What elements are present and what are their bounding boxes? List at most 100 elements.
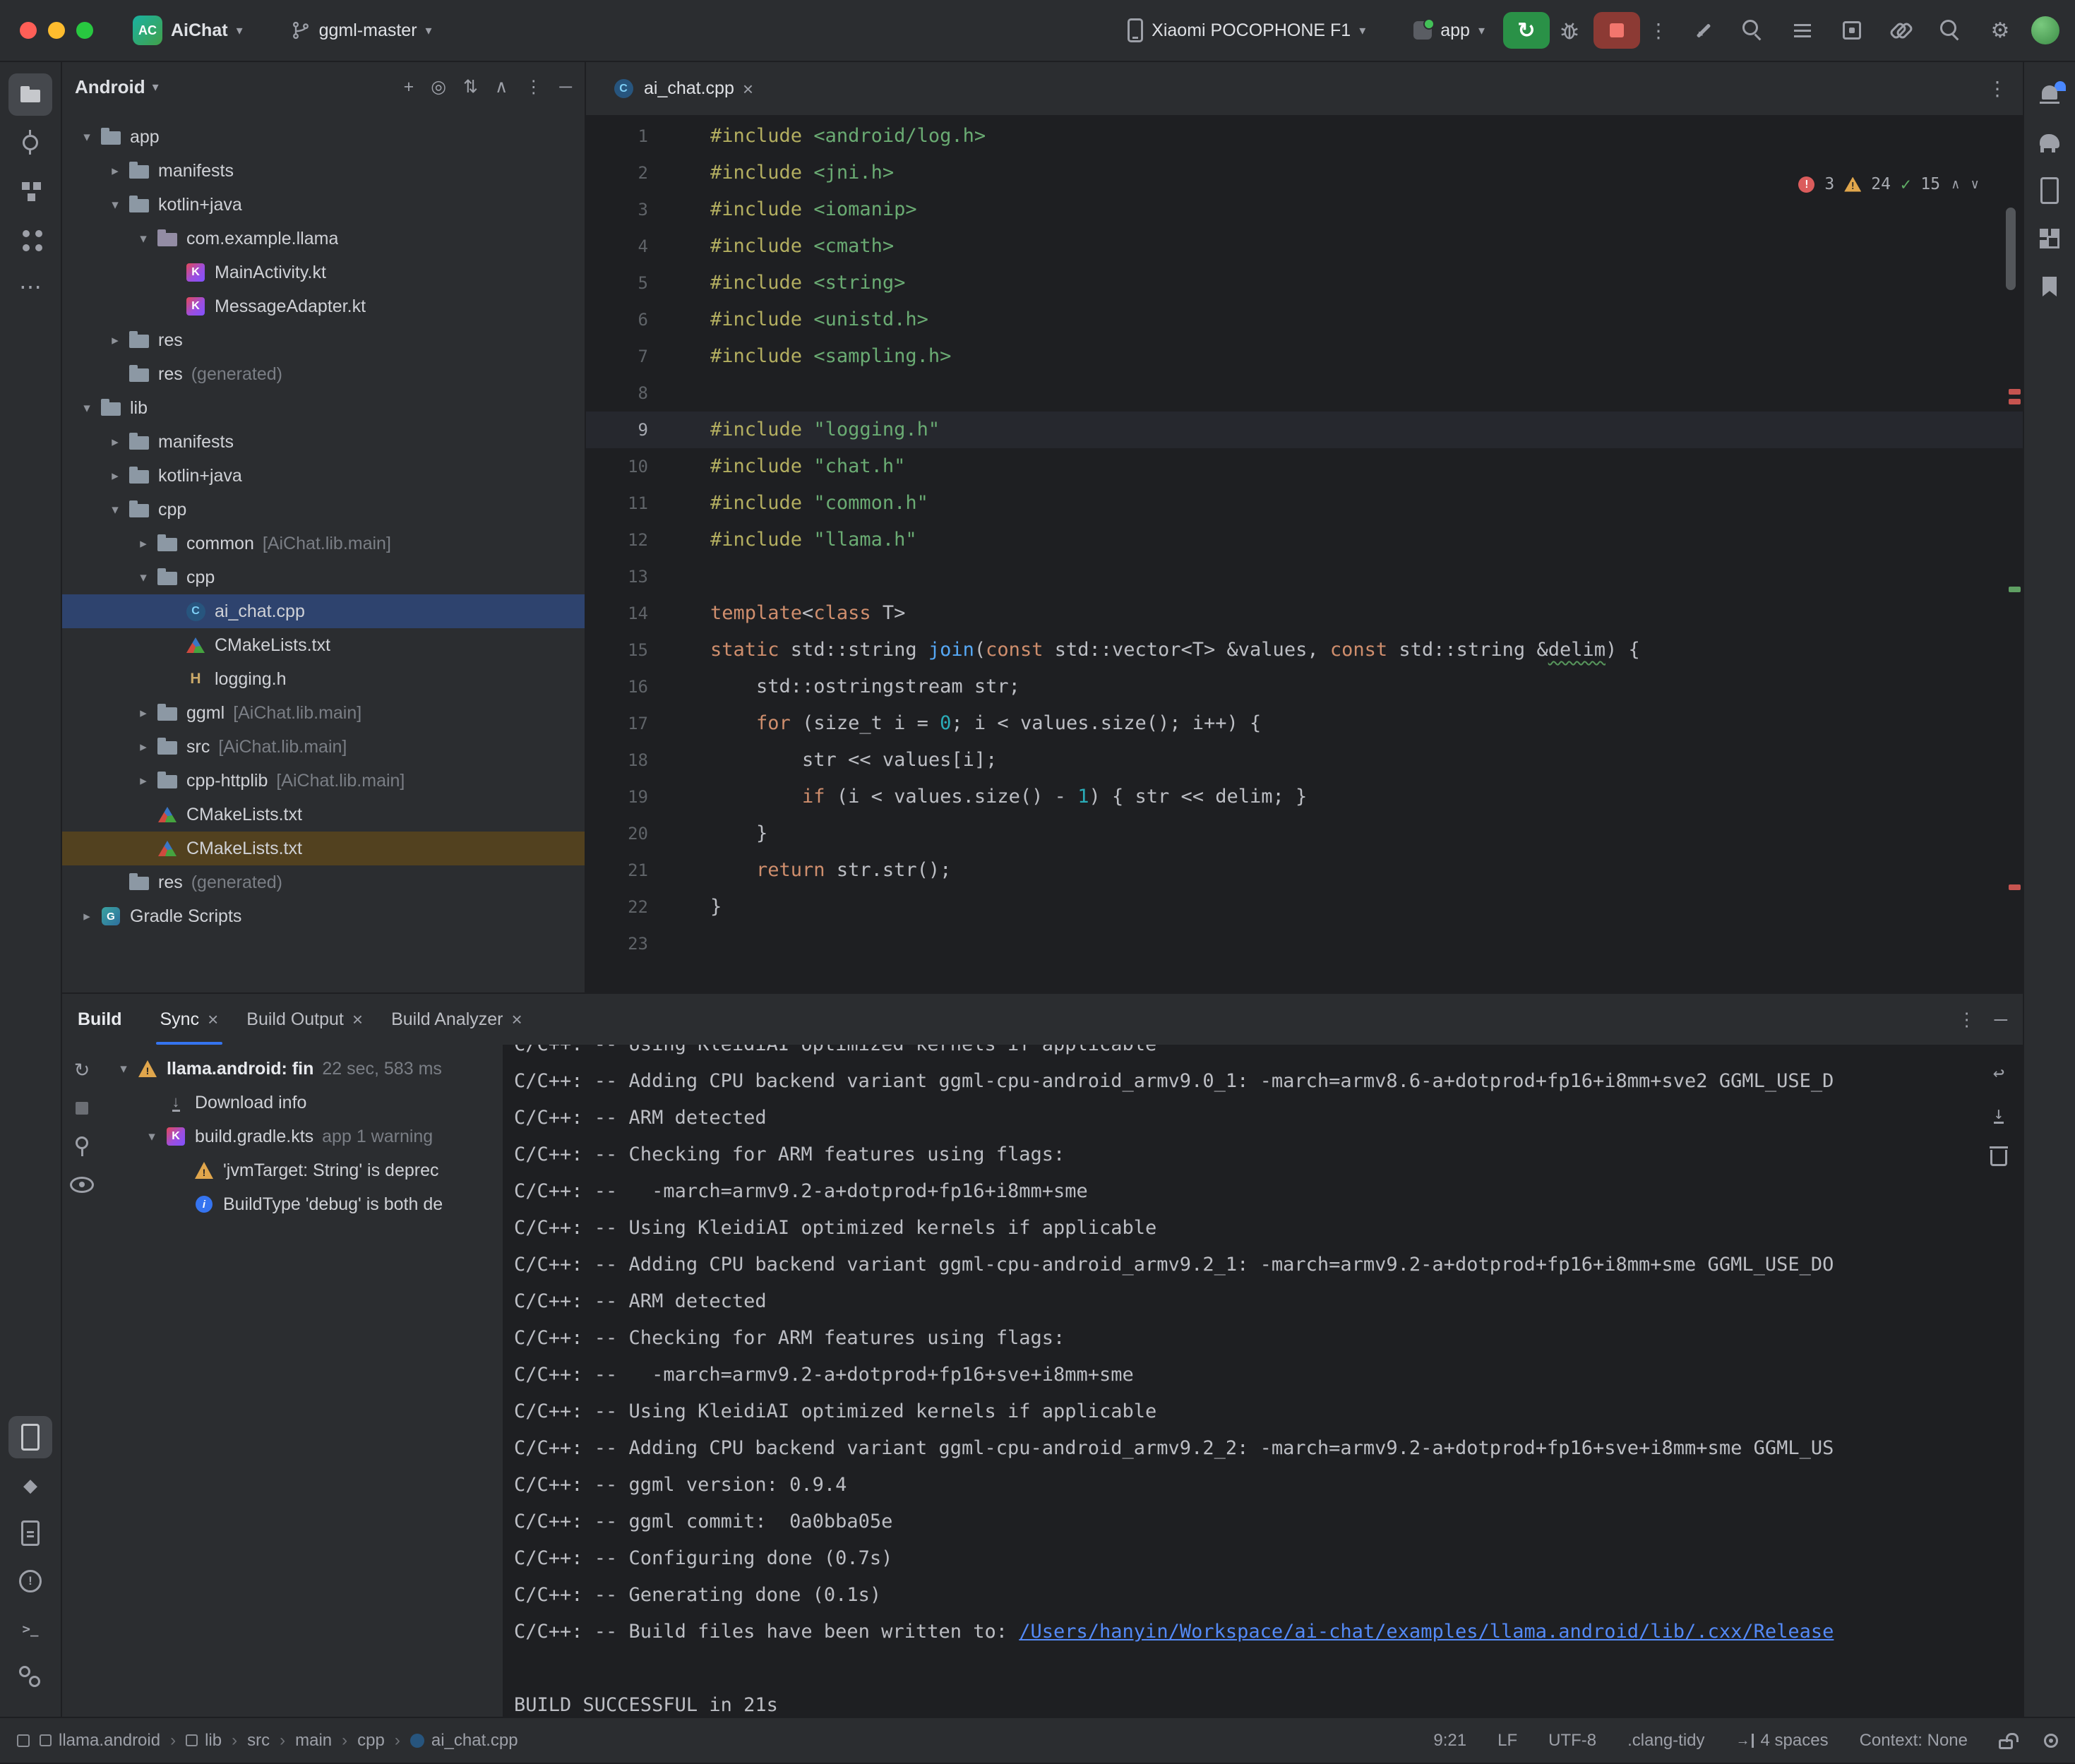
code-text[interactable]: #include <iomanip> bbox=[706, 191, 917, 228]
chevron-down-icon[interactable] bbox=[103, 502, 127, 518]
code-line[interactable]: 20 } bbox=[586, 815, 2023, 852]
profile-avatar[interactable] bbox=[2031, 16, 2059, 44]
code-text[interactable]: #include <android/log.h> bbox=[706, 118, 986, 155]
code-line[interactable]: 10#include "chat.h" bbox=[586, 448, 2023, 485]
chevron-right-icon[interactable] bbox=[131, 739, 155, 755]
tree-item[interactable]: llama.android: fin22 sec, 583 ms bbox=[102, 1052, 503, 1086]
line-number[interactable]: 8 bbox=[586, 375, 706, 412]
settings-button[interactable] bbox=[1980, 11, 2020, 50]
line-number[interactable]: 4 bbox=[586, 228, 706, 265]
link-button[interactable] bbox=[1882, 11, 1921, 50]
tree-item[interactable]: app bbox=[62, 120, 585, 154]
commit-button[interactable] bbox=[8, 121, 52, 164]
code-text[interactable]: } bbox=[706, 815, 767, 852]
more-options-icon[interactable]: ⋮ bbox=[1958, 1009, 1976, 1031]
code-line[interactable]: 1#include <android/log.h> bbox=[586, 118, 2023, 155]
line-number[interactable]: 15 bbox=[586, 632, 706, 668]
more-options-icon[interactable]: ⋮ bbox=[525, 76, 542, 97]
build-tab-build-output[interactable]: Build Output× bbox=[232, 994, 377, 1045]
line-number[interactable]: 2 bbox=[586, 155, 706, 191]
console-link[interactable]: /Users/hanyin/Workspace/ai-chat/examples… bbox=[1019, 1621, 1834, 1643]
resource-manager-button[interactable] bbox=[8, 1464, 52, 1506]
clang-tidy-indicator[interactable]: .clang-tidy bbox=[1627, 1731, 1704, 1751]
code-text[interactable]: return str.str(); bbox=[706, 852, 951, 889]
code-text[interactable] bbox=[706, 925, 710, 962]
tree-item[interactable]: ai_chat.cpp bbox=[62, 594, 585, 628]
project-folder-button[interactable] bbox=[8, 73, 52, 116]
run-configuration-selector[interactable]: app ▾ bbox=[1405, 15, 1493, 47]
line-number[interactable]: 17 bbox=[586, 705, 706, 742]
tree-item[interactable]: manifests bbox=[62, 425, 585, 459]
line-number[interactable]: 9 bbox=[586, 412, 706, 448]
tree-item[interactable]: cpp bbox=[62, 560, 585, 594]
chevron-right-icon[interactable] bbox=[103, 468, 127, 484]
code-text[interactable]: #include <unistd.h> bbox=[706, 301, 928, 338]
line-number[interactable]: 23 bbox=[586, 925, 706, 962]
expand-all-icon[interactable]: ⇅ bbox=[463, 76, 478, 97]
rerun-button[interactable]: ↻ bbox=[1503, 12, 1550, 49]
find-action-button[interactable] bbox=[1733, 11, 1773, 50]
debug-button[interactable] bbox=[1550, 11, 1589, 50]
locate-file-icon[interactable]: ◎ bbox=[431, 76, 446, 97]
structure-button[interactable] bbox=[8, 169, 52, 212]
hide-panel-icon[interactable]: ─ bbox=[1995, 1009, 2007, 1031]
line-number[interactable]: 18 bbox=[586, 742, 706, 779]
chevron-down-icon[interactable] bbox=[112, 1061, 136, 1077]
code-text[interactable]: for (size_t i = 0; i < values.size(); i+… bbox=[706, 705, 1261, 742]
breadcrumb-item[interactable]: llama.android bbox=[40, 1731, 160, 1751]
code-text[interactable]: str << values[i]; bbox=[706, 742, 997, 779]
code-text[interactable] bbox=[706, 375, 710, 412]
tree-item[interactable]: src[AiChat.lib.main] bbox=[62, 730, 585, 764]
tree-item[interactable]: lib bbox=[62, 391, 585, 425]
code-text[interactable]: } bbox=[706, 889, 722, 925]
line-number[interactable]: 13 bbox=[586, 558, 706, 595]
tree-item[interactable]: build.gradle.ktsapp 1 warning bbox=[102, 1120, 503, 1153]
gradle-button[interactable] bbox=[2028, 121, 2071, 164]
chevron-right-icon[interactable] bbox=[103, 434, 127, 450]
inspections-widget[interactable]: ! 3 ! 24 ✓ 15 ∧ ∨ bbox=[1798, 174, 1979, 194]
breadcrumb-item[interactable]: lib bbox=[186, 1731, 222, 1751]
code-line[interactable]: 4#include <cmath> bbox=[586, 228, 2023, 265]
chevron-down-icon[interactable] bbox=[131, 570, 155, 586]
line-number[interactable]: 1 bbox=[586, 118, 706, 155]
line-number[interactable]: 14 bbox=[586, 595, 706, 632]
code-line[interactable]: 16 std::ostringstream str; bbox=[586, 668, 2023, 705]
code-line[interactable]: 22} bbox=[586, 889, 2023, 925]
chevron-right-icon[interactable] bbox=[131, 536, 155, 552]
tree-item[interactable]: com.example.llama bbox=[62, 222, 585, 256]
tree-item[interactable]: cpp-httplib[AiChat.lib.main] bbox=[62, 764, 585, 798]
line-number[interactable]: 10 bbox=[586, 448, 706, 485]
chevron-down-icon[interactable] bbox=[140, 1129, 164, 1145]
chevron-right-icon[interactable] bbox=[131, 705, 155, 721]
zoom-window-button[interactable] bbox=[76, 22, 93, 39]
close-icon[interactable]: × bbox=[208, 1010, 218, 1028]
code-line[interactable]: 8 bbox=[586, 375, 2023, 412]
pin-icon[interactable] bbox=[69, 1134, 95, 1159]
code-text[interactable]: #include <jni.h> bbox=[706, 155, 894, 191]
terminal-button[interactable] bbox=[8, 1608, 52, 1650]
code-line[interactable]: 6#include <unistd.h> bbox=[586, 301, 2023, 338]
line-number[interactable]: 7 bbox=[586, 338, 706, 375]
scroll-to-end-icon[interactable] bbox=[1986, 1101, 2011, 1127]
minimize-window-button[interactable] bbox=[48, 22, 65, 39]
device-selector[interactable]: Xiaomi POCOPHONE F1 ▾ bbox=[1119, 13, 1374, 48]
chevron-right-icon[interactable] bbox=[103, 163, 127, 179]
line-number[interactable]: 22 bbox=[586, 889, 706, 925]
code-line[interactable]: 5#include <string> bbox=[586, 265, 2023, 301]
branch-widget[interactable]: ggml-master ▾ bbox=[282, 15, 441, 47]
build-window-title[interactable]: Build bbox=[78, 1009, 122, 1030]
code-line[interactable]: 12#include "llama.h" bbox=[586, 522, 2023, 558]
chevron-right-icon[interactable] bbox=[75, 908, 99, 925]
code-line[interactable]: 17 for (size_t i = 0; i < values.size();… bbox=[586, 705, 2023, 742]
running-devices-button[interactable] bbox=[8, 1416, 52, 1458]
line-number[interactable]: 11 bbox=[586, 485, 706, 522]
code-text[interactable] bbox=[706, 558, 710, 595]
line-number[interactable]: 21 bbox=[586, 852, 706, 889]
tree-item[interactable]: res(generated) bbox=[62, 357, 585, 391]
caret-position[interactable]: 9:21 bbox=[1433, 1731, 1466, 1751]
inspections-status-icon[interactable] bbox=[2044, 1734, 2058, 1748]
code-line[interactable]: 7#include <sampling.h> bbox=[586, 338, 2023, 375]
breadcrumb-item[interactable]: src bbox=[247, 1731, 270, 1751]
tree-item[interactable]: kotlin+java bbox=[62, 188, 585, 222]
tree-item[interactable]: ggml[AiChat.lib.main] bbox=[62, 696, 585, 730]
